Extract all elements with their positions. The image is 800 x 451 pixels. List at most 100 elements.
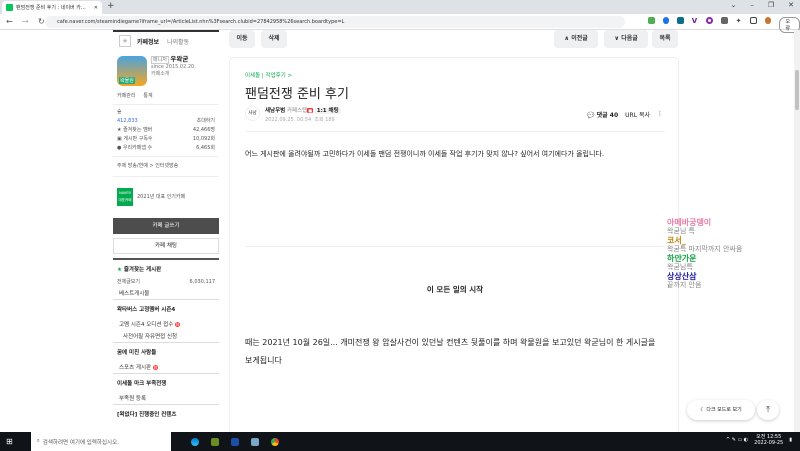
url-input[interactable]: cafe.naver.com/steamindiegame?iframe_url… <box>45 16 625 28</box>
scroll-top-button[interactable]: ⤒ <box>757 400 779 420</box>
chat-username: 상상산삼 <box>667 272 697 281</box>
chat-overlay: 아메바궁뎅이 왁굳님 특 코서_ 왁굳특 마지막까지 안싸움 하얀가운 왁굳님특 상상… <box>667 219 795 291</box>
browser-tab[interactable]: 팬덤전쟁 준비 후기 : 네이버 카… ✕ <box>2 1 102 14</box>
stat-value: 10,092회 <box>192 136 215 142</box>
board-group[interactable]: [왁없다] 진행중인 컨텐츠 <box>113 404 219 423</box>
comment-icon: 💬 <box>587 112 595 119</box>
cafe-intro-link[interactable]: 카페소개 <box>151 71 169 77</box>
windows-start-icon[interactable]: ⊞ <box>6 437 13 446</box>
naver-cafe-favicon <box>6 4 13 11</box>
chat-username: 하얀가운 <box>667 254 697 263</box>
board-group: 이세돌 마크 부족전쟁 <box>113 373 219 392</box>
board-group: 꿈에 미친 사람들 <box>113 342 219 361</box>
stat-value: 42,466명 <box>192 127 215 133</box>
article-paragraph: 어느 게시판에 올려야될까 고민하다가 이세돌 팬덤 전쟁이니까 이세돌 작업 … <box>245 150 605 158</box>
tab-cafe-info[interactable]: 카페정보 <box>137 37 159 46</box>
cafe-chat-button[interactable]: 카페 채팅 <box>113 238 219 254</box>
url-text: cafe.naver.com/steamindiegame?iframe_url… <box>57 19 345 25</box>
address-bar-row: ← → ↻ cafe.naver.com/steamindiegame?iframe… <box>0 14 800 33</box>
member-grade: 카페스텝 <box>287 108 308 114</box>
extension-icon[interactable] <box>706 17 714 24</box>
all-posts-count: 6,030,117 <box>189 279 215 285</box>
chrome-icon[interactable] <box>270 437 279 446</box>
minimize-button[interactable]: – <box>750 1 754 9</box>
chat-message: 왁굳님특 <box>667 263 693 271</box>
board-item[interactable]: 스포츠 게시판 <box>119 365 151 371</box>
article: 이세돌 | 작업후기 > 팬덤전쟁 준비 후기 사냥 새남우범 카페스텝■ 1:… <box>229 57 679 437</box>
cafe-topic[interactable]: 주제 방송/연예 > 인터넷방송 <box>117 163 178 170</box>
taskbar: ⊞ ⌕ 검색하려면 여기에 입력하십시오. ^ ✎ ▭ ◐ 오전 12:55 2022… <box>0 432 800 451</box>
view-count: 조회 189 <box>314 117 335 123</box>
chat-message: 왁굳님 특 <box>667 227 695 235</box>
extension-icon[interactable] <box>662 17 670 24</box>
chat-message: 끝까지 안옴 <box>667 281 702 289</box>
scrollbar[interactable] <box>794 30 800 432</box>
chat-username: 아메바궁뎅이 <box>667 218 712 227</box>
move-button[interactable]: 이동 <box>229 30 255 48</box>
tab-bar: 팬덤전쟁 준비 후기 : 네이버 카… ✕ + ⌄ – ❐ ✕ <box>0 0 800 14</box>
page-title: 팬덤전쟁 준비 후기 <box>245 87 349 102</box>
cafe-name[interactable]: 우왁굳 <box>170 55 188 63</box>
invite-link[interactable]: 초대하기 <box>197 118 215 125</box>
favorite-boards-header[interactable]: 즐겨찾는 게시판 <box>124 267 161 273</box>
edge-icon[interactable] <box>190 437 199 446</box>
board-item[interactable]: 고멤 시즌4 오디션 접수 <box>119 322 173 328</box>
minecraft-icon[interactable] <box>210 437 219 446</box>
breadcrumb[interactable]: 이세돌 | 작업후기 > <box>245 71 292 79</box>
delete-button[interactable]: 삭제 <box>261 30 287 48</box>
maximize-button[interactable]: ❐ <box>768 1 774 9</box>
list-button[interactable]: 목록 <box>652 30 678 48</box>
star-icon[interactable]: ★ <box>119 35 131 47</box>
board-item[interactable]: 부족원 등록 <box>113 392 219 404</box>
naver-award-badge: NAVER 대표카페 <box>117 188 133 206</box>
avatar[interactable]: 사냥 <box>245 106 260 121</box>
cafe-logo: 왁물원 <box>117 56 147 86</box>
extension-icon[interactable] <box>677 17 684 24</box>
post-date: 2022.09.25. 00:54 <box>265 117 312 123</box>
extension-icon[interactable] <box>648 17 655 24</box>
prev-post-button[interactable]: ∧ 이전글 <box>554 30 598 48</box>
close-tab-icon[interactable]: ✕ <box>94 5 98 11</box>
clock-date[interactable]: 2022-09-25 <box>754 440 783 446</box>
avatar[interactable] <box>764 17 772 24</box>
taskbar-search[interactable]: ⌕ 검색하려면 여기에 입력하십시오. <box>30 432 171 451</box>
member-count[interactable]: 412,833 <box>117 118 138 125</box>
board-best[interactable]: 베스트게시물 <box>113 287 219 299</box>
board-item[interactable]: 사전어필 자유면접 신청 <box>113 330 219 342</box>
tab-search-icon[interactable]: ⌄ <box>730 1 736 9</box>
manager-tag: 매니저 <box>151 56 169 64</box>
new-tab-button[interactable]: + <box>107 1 115 11</box>
back-icon[interactable]: ← <box>6 17 16 26</box>
puzzle-icon[interactable]: ✦ <box>736 17 743 25</box>
stats-link[interactable]: 통계 <box>143 93 152 100</box>
cafe-level: 숲 <box>117 109 122 115</box>
moon-icon: ☾ <box>700 407 705 413</box>
search-icon: ⌕ <box>36 438 40 444</box>
write-post-button[interactable]: 카페 글쓰기 <box>113 218 219 234</box>
forward-icon[interactable]: → <box>22 17 32 26</box>
board-group: 왁타버스 고정멤버 시즌4 <box>113 299 219 318</box>
close-window-button[interactable]: ✕ <box>788 1 794 9</box>
chat-message: 왁굳특 마지막까지 안싸움 <box>667 245 743 253</box>
board-all-posts[interactable]: 전체글보기 <box>117 279 140 286</box>
stat-value: 6,465회 <box>196 145 215 151</box>
notification-icon[interactable]: ▮ <box>789 437 792 443</box>
app-icon[interactable] <box>230 437 239 446</box>
app-icon[interactable] <box>250 437 259 446</box>
more-icon[interactable]: ⋮ <box>657 110 663 119</box>
next-post-button[interactable]: ∨ 다음글 <box>604 30 648 48</box>
sidepanel-icon[interactable] <box>750 17 757 24</box>
url-copy-button[interactable]: URL 복사 <box>625 110 650 119</box>
author-name[interactable]: 새남우범 <box>265 108 285 114</box>
dark-mode-button[interactable]: ☾ 다크 모드로 보기 <box>687 400 755 420</box>
extension-icon[interactable] <box>721 17 728 24</box>
one-on-one-chat-button[interactable]: 1:1 채팅 <box>314 108 341 114</box>
article-subheading: 이 모든 일의 시작 <box>426 285 484 294</box>
comments-button[interactable]: 💬 댓글 40 <box>587 110 618 119</box>
tray-icons[interactable]: ^ ✎ ▭ ◐ <box>726 437 748 443</box>
v-extension-icon[interactable]: V <box>692 17 699 25</box>
tab-my-activity[interactable]: 나의활동 <box>167 37 189 46</box>
award-text: 2021년 대표 인기카페 <box>137 193 186 200</box>
cafe-manage-link[interactable]: 카페관리 <box>117 93 135 100</box>
article-paragraph: 때는 2021년 10월 26일... 개미전쟁 왕 암살사건이 있던날 컨텐츠… <box>245 338 656 365</box>
